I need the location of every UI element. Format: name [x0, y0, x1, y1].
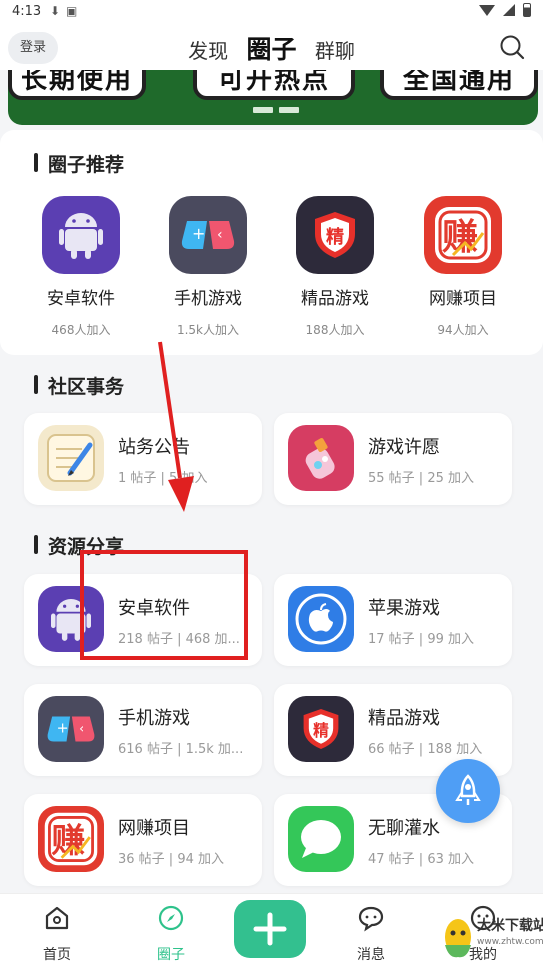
shield-icon: 精 — [296, 196, 374, 274]
svg-text:+: + — [192, 224, 205, 243]
section-title-recommend: 圈子推荐 — [34, 150, 124, 177]
notification-icons: ⬇▣ — [50, 4, 84, 18]
svg-text:+: + — [57, 721, 69, 737]
top-header: 登录 发现 圈子 群聊 — [0, 24, 543, 70]
nav-home[interactable]: 首页 — [22, 904, 92, 964]
card-meta: 616 帖子 | 1.5k 加... — [118, 742, 244, 757]
nav-label: 首页 — [43, 947, 71, 963]
card-name: 网赚项目 — [118, 818, 190, 839]
tab-discover[interactable]: 发现 — [188, 39, 228, 63]
watermark-logo: 大米下载站 www.zhtw.com — [441, 907, 543, 965]
card-meta: 66 帖子 | 188 加入 — [368, 742, 483, 757]
home-icon — [45, 906, 69, 930]
banner-pill: 可开热点 — [193, 70, 355, 100]
chat-bubble-icon — [288, 806, 354, 872]
recommend-item-count: 1.5k人加入 — [176, 323, 240, 337]
banner-pill: 长期使用 — [8, 70, 146, 100]
card-name: 游戏许愿 — [368, 437, 440, 458]
tab-circle[interactable]: 圈子 — [246, 35, 296, 64]
tab-group-chat[interactable]: 群聊 — [315, 39, 355, 63]
apple-icon — [288, 586, 354, 652]
resource-card-earn[interactable]: 赚 网赚项目 36 帖子 | 94 加入 — [24, 794, 262, 886]
watermark-text: 大米下载站 — [477, 918, 543, 934]
search-icon[interactable] — [499, 34, 525, 60]
message-icon — [358, 906, 384, 932]
wifi-icon — [479, 4, 495, 16]
annotation-highlight-box — [80, 550, 248, 660]
svg-text:赚: 赚 — [442, 217, 478, 258]
recommend-item-count: 188人加入 — [305, 323, 365, 337]
recommend-item-name: 手机游戏 — [174, 289, 242, 309]
watermark-url: www.zhtw.com — [477, 937, 543, 947]
section-title-community: 社区事务 — [34, 372, 124, 399]
banner-indicator — [253, 98, 305, 113]
status-time: 4:13 — [12, 4, 42, 19]
android-icon — [42, 196, 120, 274]
plus-icon — [253, 912, 287, 946]
card-name: 站务公告 — [118, 437, 190, 458]
resource-card-apple[interactable]: 苹果游戏 17 帖子 | 99 加入 — [274, 574, 512, 666]
signal-icon — [503, 4, 515, 16]
svg-text:精: 精 — [326, 226, 344, 248]
card-meta: 55 帖子 | 25 加入 — [368, 471, 474, 486]
notepad-icon — [38, 425, 104, 491]
card-name: 手机游戏 — [118, 708, 190, 729]
wish-bottle-icon — [288, 425, 354, 491]
nav-label: 圈子 — [157, 947, 185, 963]
recommend-item-mobile-games[interactable]: + ‹ 手机游戏 1.5k人加入 — [158, 196, 258, 338]
nav-label: 消息 — [357, 947, 385, 963]
card-name: 无聊灌水 — [368, 818, 440, 839]
recommend-item-count: 94人加入 — [437, 323, 489, 337]
compass-icon — [158, 905, 184, 931]
recommend-item-count: 468人加入 — [51, 323, 111, 337]
community-card-announcement[interactable]: 站务公告 1 帖子 | 5 加入 — [24, 413, 262, 505]
svg-text:‹: ‹ — [79, 721, 84, 736]
nav-circle[interactable]: 圈子 — [136, 904, 206, 964]
card-meta: 47 帖子 | 63 加入 — [368, 852, 474, 867]
status-bar: 4:13 ⬇▣ — [0, 0, 543, 24]
community-card-wish[interactable]: 游戏许愿 55 帖子 | 25 加入 — [274, 413, 512, 505]
rocket-icon — [455, 774, 481, 805]
gamepad-icon: + ‹ — [169, 196, 247, 274]
card-meta: 1 帖子 | 5 加入 — [118, 471, 208, 486]
card-name: 苹果游戏 — [368, 598, 440, 619]
earn-icon: 赚 — [424, 196, 502, 274]
svg-text:精: 精 — [313, 721, 329, 740]
recommend-item-name: 精品游戏 — [301, 289, 369, 309]
recommend-item-premium-games[interactable]: 精 精品游戏 188人加入 — [285, 196, 385, 338]
recommend-item-name: 网赚项目 — [429, 289, 497, 309]
gamepad-icon: + ‹ — [38, 696, 104, 762]
battery-icon — [523, 3, 531, 17]
card-meta: 36 帖子 | 94 加入 — [118, 852, 224, 867]
shield-icon: 精 — [288, 696, 354, 762]
earn-icon: 赚 — [38, 806, 104, 872]
recommend-item-earn[interactable]: 赚 网赚项目 94人加入 — [413, 196, 513, 338]
svg-text:‹: ‹ — [217, 227, 223, 243]
card-name: 精品游戏 — [368, 708, 440, 729]
nav-messages[interactable]: 消息 — [336, 904, 406, 964]
recommend-item-name: 安卓软件 — [47, 289, 115, 309]
rocket-button[interactable] — [436, 759, 500, 823]
svg-text:赚: 赚 — [51, 821, 85, 860]
corn-mascot-icon — [445, 919, 471, 958]
resource-card-mobile-games[interactable]: + ‹ 手机游戏 616 帖子 | 1.5k 加... — [24, 684, 262, 776]
promo-banner[interactable]: 长期使用 可开热点 全国通用 — [8, 70, 538, 125]
status-indicators — [479, 3, 531, 17]
add-post-button[interactable] — [234, 900, 306, 958]
recommend-item-android[interactable]: 安卓软件 468人加入 — [31, 196, 131, 338]
top-tabs: 发现 圈子 群聊 — [0, 30, 543, 66]
card-meta: 17 帖子 | 99 加入 — [368, 632, 474, 647]
banner-pill: 全国通用 — [380, 70, 538, 100]
